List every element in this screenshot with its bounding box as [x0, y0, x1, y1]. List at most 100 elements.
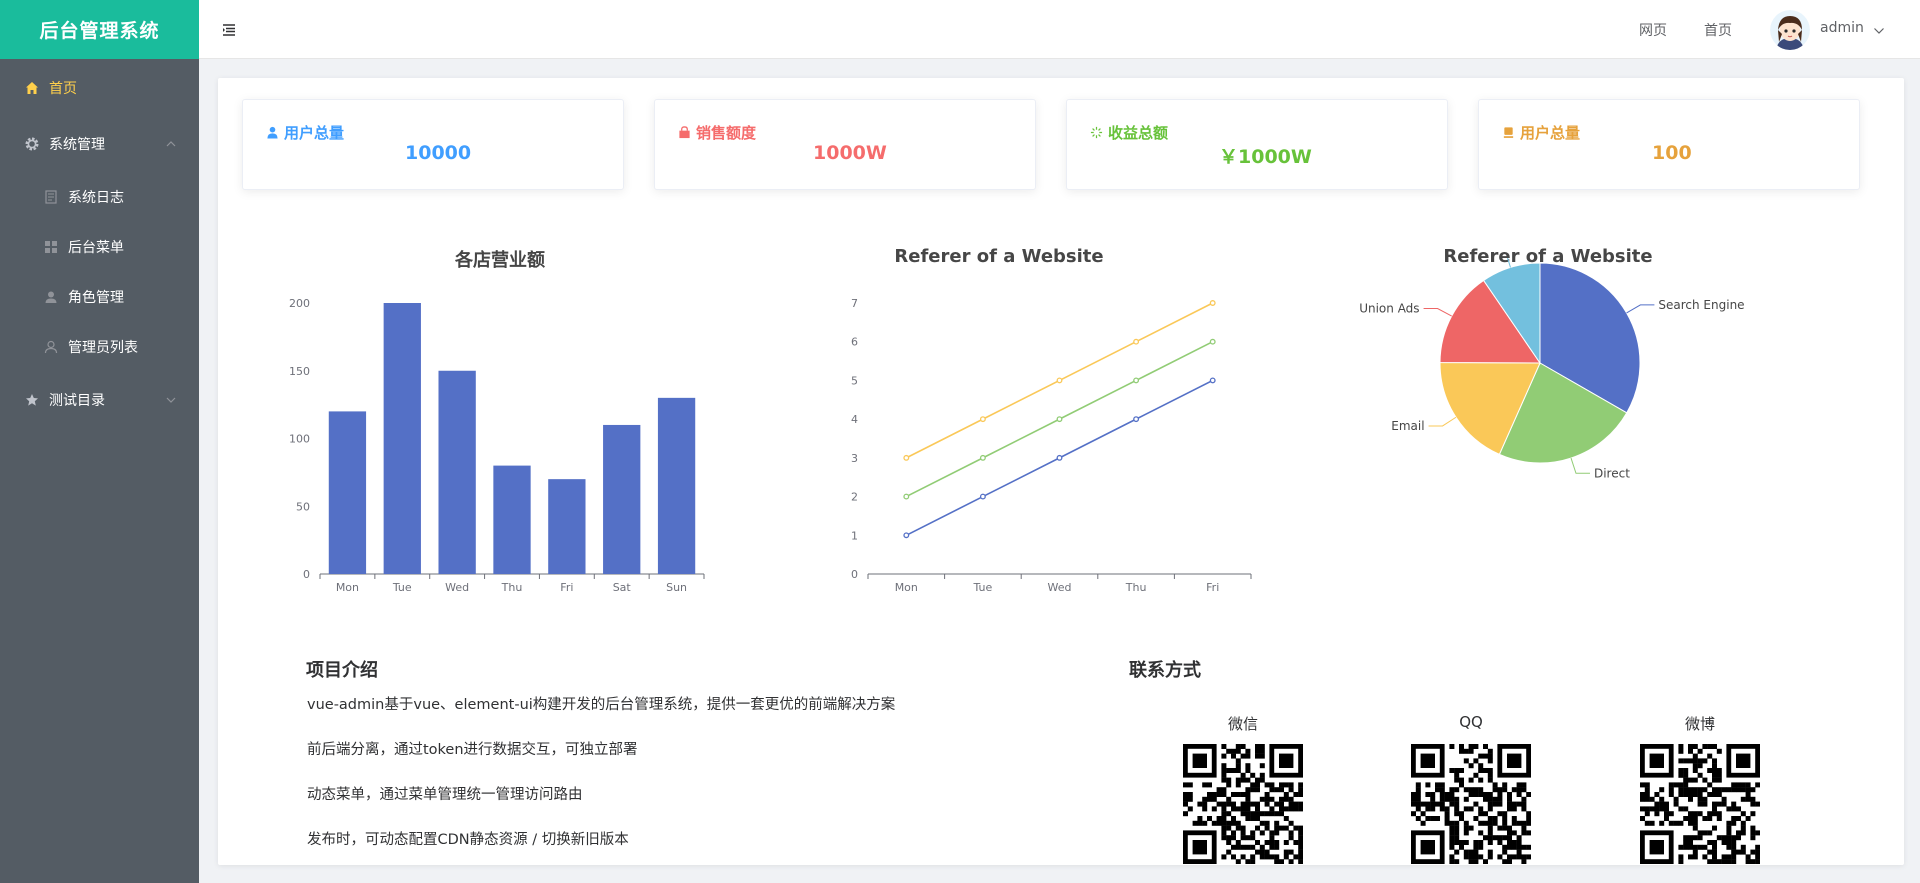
x-tick-label: Mon	[895, 581, 918, 594]
slice-label: Video Ads	[1428, 258, 1487, 259]
app-logo[interactable]: 后台管理系统	[0, 0, 199, 59]
data-point	[1133, 377, 1140, 384]
y-tick-label: 100	[289, 433, 310, 446]
sidebar-item-label: 系统日志	[68, 190, 124, 206]
x-tick-label: Fri	[1206, 581, 1219, 594]
y-tick-label: 3	[851, 452, 858, 465]
label-line	[1507, 258, 1511, 268]
data-point	[979, 493, 986, 500]
y-tick-label: 0	[851, 568, 858, 581]
star-icon	[24, 392, 40, 408]
sidebar-item-menu[interactable]: 后台菜单	[0, 222, 199, 272]
wechat-label: 微信	[1227, 715, 1258, 733]
sidebar-item-label: 系统管理	[49, 137, 105, 153]
data-point	[1209, 377, 1216, 384]
slice-label: Union Ads	[1359, 302, 1419, 316]
x-tick-label: Mon	[336, 581, 359, 594]
stat-card-users-2: 用户总量 100	[1478, 99, 1860, 190]
label-line	[1423, 308, 1452, 317]
x-tick-label: Sun	[666, 581, 687, 594]
y-tick-label: 1	[851, 529, 858, 542]
x-tick-label: Thu	[501, 581, 523, 594]
sidebar-item-label: 管理员列表	[68, 340, 138, 356]
x-tick-label: Sat	[613, 581, 632, 594]
data-point	[1056, 416, 1063, 423]
slice-label: Direct	[1594, 466, 1630, 480]
data-point	[903, 493, 910, 500]
y-tick-label: 4	[851, 413, 858, 426]
contact-title: 联系方式	[1129, 660, 1201, 681]
chevron-down-icon[interactable]	[1873, 24, 1885, 34]
top-header: 网页 首页 admin	[199, 0, 1920, 59]
user-role-icon	[43, 289, 59, 305]
sidebar-item-label: 角色管理	[68, 290, 124, 306]
intro-title: 项目介绍	[306, 660, 378, 681]
x-tick-label: Fri	[560, 581, 573, 594]
bar	[438, 370, 476, 574]
data-point	[1056, 454, 1063, 461]
data-point	[1209, 300, 1216, 306]
y-tick-label: 0	[303, 568, 310, 581]
sidebar-item-label: 后台菜单	[68, 240, 124, 256]
sidebar: 后台管理系统 首页 系统管理 系统日志 后台菜单 角色管理 管理员列表 测试目录	[0, 0, 199, 883]
home-icon	[24, 80, 40, 96]
slice-label: Email	[1391, 419, 1424, 433]
grid-icon	[43, 239, 59, 255]
document-icon	[43, 189, 59, 205]
sidebar-item-test[interactable]: 测试目录	[0, 372, 199, 428]
stat-value: 100	[1652, 142, 1692, 164]
dashboard-card: 用户总量 10000 销售额度 1000W 收益总额 ￥1000W 用户总量 1…	[218, 78, 1904, 865]
y-tick-label: 2	[851, 491, 858, 504]
wechat-qr-code	[1183, 744, 1303, 864]
y-tick-label: 50	[296, 500, 310, 513]
cup-icon	[1501, 126, 1515, 140]
sidebar-item-home[interactable]: 首页	[0, 60, 199, 116]
pie-chart: Search Engine Direct Email Union Ads Video A…	[1359, 258, 1745, 480]
avatar[interactable]	[1770, 10, 1810, 50]
intro-line: 动态菜单，通过菜单管理统一管理访问路由	[307, 787, 583, 803]
stat-label: 用户总量	[1501, 122, 1580, 143]
y-tick-label: 200	[289, 297, 310, 310]
weibo-qr-code	[1640, 744, 1760, 864]
bar	[657, 397, 696, 574]
sidebar-item-label: 首页	[49, 81, 77, 97]
menu-toggle-icon[interactable]	[222, 23, 236, 37]
bar-chart: 0 50 100 150 200 Mon Tue Wed Thu Fri Sat Sun	[289, 297, 705, 594]
x-tick-label: Wed	[445, 581, 469, 594]
data-point	[979, 454, 986, 461]
data-point	[1133, 338, 1140, 345]
user-name[interactable]: admin	[1820, 20, 1864, 36]
x-tick-label: Wed	[1048, 581, 1072, 594]
nav-link-web[interactable]: 网页	[1639, 20, 1667, 40]
y-tick-label: 5	[851, 374, 858, 387]
data-point	[1209, 338, 1216, 345]
sidebar-item-label: 测试目录	[49, 393, 105, 409]
label-line	[1428, 416, 1457, 427]
sidebar-item-admins[interactable]: 管理员列表	[0, 322, 199, 372]
intro-line: vue-admin基于vue、element-ui构建开发的后台管理系统，提供一…	[307, 697, 896, 713]
qq-qr-code	[1411, 744, 1531, 864]
bar	[548, 479, 586, 574]
bar	[328, 411, 367, 574]
x-tick-label: Thu	[1125, 581, 1147, 594]
label-line	[1570, 457, 1590, 474]
intro-line: 前后端分离，通过token进行数据交互，可独立部署	[307, 742, 638, 758]
qq-label: QQ	[1459, 713, 1483, 731]
chevron-up-icon	[165, 138, 177, 150]
intro-line: 发布时，可动态配置CDN静态资源 / 切换新旧版本	[307, 832, 629, 848]
user-outline-icon	[43, 339, 59, 355]
nav-link-home[interactable]: 首页	[1704, 20, 1732, 40]
weibo-label: 微博	[1684, 715, 1715, 733]
y-tick-label: 150	[289, 365, 310, 378]
gear-icon	[24, 136, 40, 152]
bar	[493, 465, 531, 574]
line-chart: 0 1 2 3 4 5 6 7 Mon Tue Wed Thu Fri	[851, 297, 1252, 594]
x-tick-label: Tue	[973, 581, 993, 594]
bar	[383, 303, 421, 574]
y-tick-label: 6	[851, 336, 858, 349]
data-point	[979, 416, 986, 423]
sidebar-item-system[interactable]: 系统管理	[0, 116, 199, 172]
sidebar-item-system-log[interactable]: 系统日志	[0, 172, 199, 222]
sidebar-item-roles[interactable]: 角色管理	[0, 272, 199, 322]
label-line	[1626, 304, 1655, 314]
